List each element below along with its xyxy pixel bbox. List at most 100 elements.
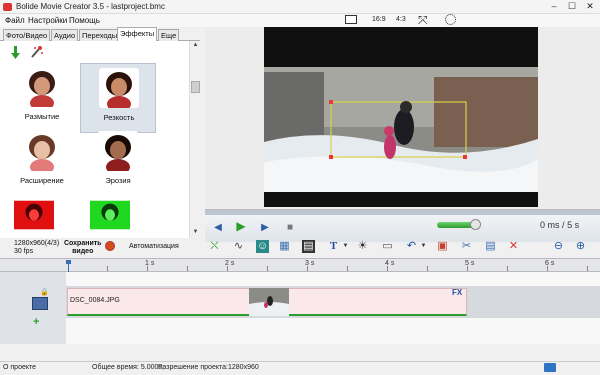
media-tabs: Фото/Видео Аудио Переходы Эффекты Еще <box>0 27 200 41</box>
seek-bar[interactable] <box>205 210 600 215</box>
save-line-2: видео <box>72 248 94 255</box>
total-time-label: Общее время: 5.000s, <box>92 364 164 371</box>
effect-thumbnail <box>14 195 70 235</box>
scroll-up-icon[interactable]: ▲ <box>191 42 200 50</box>
video-preview[interactable] <box>264 27 538 207</box>
magic-wand-icon[interactable] <box>30 45 44 59</box>
ruler-tick <box>547 266 548 271</box>
add-track-icon[interactable]: + <box>33 316 39 328</box>
tab-photo-video[interactable]: Фото/Видео <box>3 29 51 41</box>
effect-thumbnail <box>22 131 62 171</box>
about-project-link[interactable]: О проекте <box>3 364 36 371</box>
ruler-tick <box>507 266 508 271</box>
effect-thumbnail <box>99 68 139 108</box>
aspect-4-3-button[interactable]: 4:3 <box>396 16 406 23</box>
undo-dropdown-icon[interactable]: ▼ <box>417 240 430 253</box>
effect-dilate[interactable]: Расширение <box>4 127 80 197</box>
menu-bar: Файл Настройки Помощь <box>0 14 600 27</box>
volume-slider[interactable] <box>437 222 473 228</box>
ruler-tick <box>187 266 188 271</box>
ruler-tick <box>307 266 308 271</box>
save-line-1: Сохранить <box>64 240 102 247</box>
zoom-out-icon[interactable]: ⊖ <box>552 240 565 253</box>
video-track-icon <box>32 297 48 310</box>
character-icon[interactable]: ☺ <box>256 240 269 253</box>
effect-thumbnail <box>22 67 62 107</box>
resolution-status-value: 1280x960 <box>228 364 259 371</box>
forward-icon[interactable]: ▶ <box>260 223 270 233</box>
rewind-icon[interactable]: ◀ <box>213 223 223 233</box>
timeline-ruler[interactable] <box>0 258 600 272</box>
tab-transitions[interactable]: Переходы <box>79 29 121 41</box>
ruler-tick <box>427 266 428 271</box>
crop-icon[interactable]: ▦ <box>278 240 291 253</box>
effect-label: Эрозия <box>105 176 131 185</box>
lock-icon[interactable]: 🔒 <box>40 288 49 296</box>
ruler-tick <box>347 266 348 271</box>
tab-effects[interactable]: Эффекты <box>117 27 158 41</box>
tab-more[interactable]: Еще <box>158 29 180 41</box>
zoom-in-icon[interactable]: ⊕ <box>574 240 587 253</box>
scroll-down-icon[interactable]: ▼ <box>191 229 200 237</box>
resolution-info[interactable]: 1280x960(4/3) 30 fps <box>14 240 59 256</box>
current-time: 0 ms <box>540 220 560 230</box>
delete-icon[interactable]: ✕ <box>507 240 520 253</box>
audio-wave-icon[interactable]: ∿ <box>232 240 245 253</box>
status-bar <box>0 361 600 375</box>
video-frame <box>264 67 538 192</box>
clip-name: DSC_0084.JPG <box>70 297 120 304</box>
crop-circle-icon[interactable] <box>445 14 456 25</box>
maximize-button[interactable]: ☐ <box>564 1 580 12</box>
time-readout: 0 ms / 5 s <box>540 220 579 230</box>
effects-scrollbar[interactable]: ▲ ▼ <box>189 41 200 238</box>
fx-badge[interactable]: FX <box>452 288 462 297</box>
scroll-thumb[interactable] <box>191 81 200 93</box>
clip-thumbnail <box>249 288 289 316</box>
effect-sharpen[interactable]: Резкость <box>80 63 156 133</box>
time-separator: / <box>562 220 565 230</box>
film-icon[interactable]: ▤ <box>302 240 315 253</box>
aspect-16-9-button[interactable]: 16:9 <box>372 16 386 23</box>
window-title: Bolide Movie Creator 3.5 - lastproject.b… <box>16 2 165 11</box>
arrow-down-icon[interactable] <box>9 46 22 59</box>
split-icon[interactable]: ⛌ <box>208 240 221 253</box>
total-time: 5 s <box>567 220 580 230</box>
ruler-tick <box>107 266 108 271</box>
aspect-fit-button[interactable] <box>345 15 357 24</box>
close-button[interactable]: ✕ <box>582 1 598 12</box>
resolution-label: 1280x960(4/3) <box>14 240 60 247</box>
calendar-icon[interactable]: ▣ <box>436 240 449 253</box>
resolution-status-label: Разрешение проекта: <box>158 364 228 371</box>
fullscreen-icon[interactable]: ⤧ <box>418 13 428 28</box>
play-icon[interactable]: ▶ <box>236 220 246 232</box>
cut-icon[interactable]: ✂ <box>460 240 473 253</box>
effect-erode[interactable]: Эрозия <box>80 127 156 197</box>
menu-file[interactable]: Файл <box>5 16 25 25</box>
tab-audio[interactable]: Аудио <box>51 29 79 41</box>
menu-help[interactable]: Помощь <box>69 16 100 25</box>
save-video-button[interactable]: Сохранить видео <box>64 240 101 256</box>
stop-icon[interactable]: ■ <box>285 223 295 233</box>
effect-blur[interactable]: Размытие <box>4 63 80 133</box>
effects-panel: Размытие Резкость Расширение Эрозия ▲ ▼ <box>0 41 200 238</box>
volume-handle[interactable] <box>470 219 481 230</box>
brightness-icon[interactable]: ☀ <box>356 240 369 253</box>
monitor-icon <box>544 363 556 372</box>
effect-label: Размытие <box>24 112 60 121</box>
ruler-tick <box>387 266 388 271</box>
paste-icon[interactable]: ▤ <box>484 240 497 253</box>
ruler-tick <box>467 266 468 271</box>
title-bar: Bolide Movie Creator 3.5 - lastproject.b… <box>0 0 600 14</box>
text-dropdown-icon[interactable]: ▼ <box>339 240 352 253</box>
minimize-button[interactable]: – <box>546 1 562 12</box>
fps-label: 30 fps <box>14 248 34 255</box>
effect-thumbnail <box>90 195 146 235</box>
record-icon[interactable] <box>105 241 115 251</box>
ruler-tick <box>267 266 268 271</box>
automation-button[interactable]: Автоматизация <box>129 243 179 250</box>
effect-thumbnail <box>98 131 138 171</box>
playhead[interactable] <box>66 260 71 272</box>
effect-label: Резкость <box>103 113 135 122</box>
rotate-icon[interactable]: ▭ <box>381 240 394 253</box>
menu-settings[interactable]: Настройки <box>28 16 67 25</box>
